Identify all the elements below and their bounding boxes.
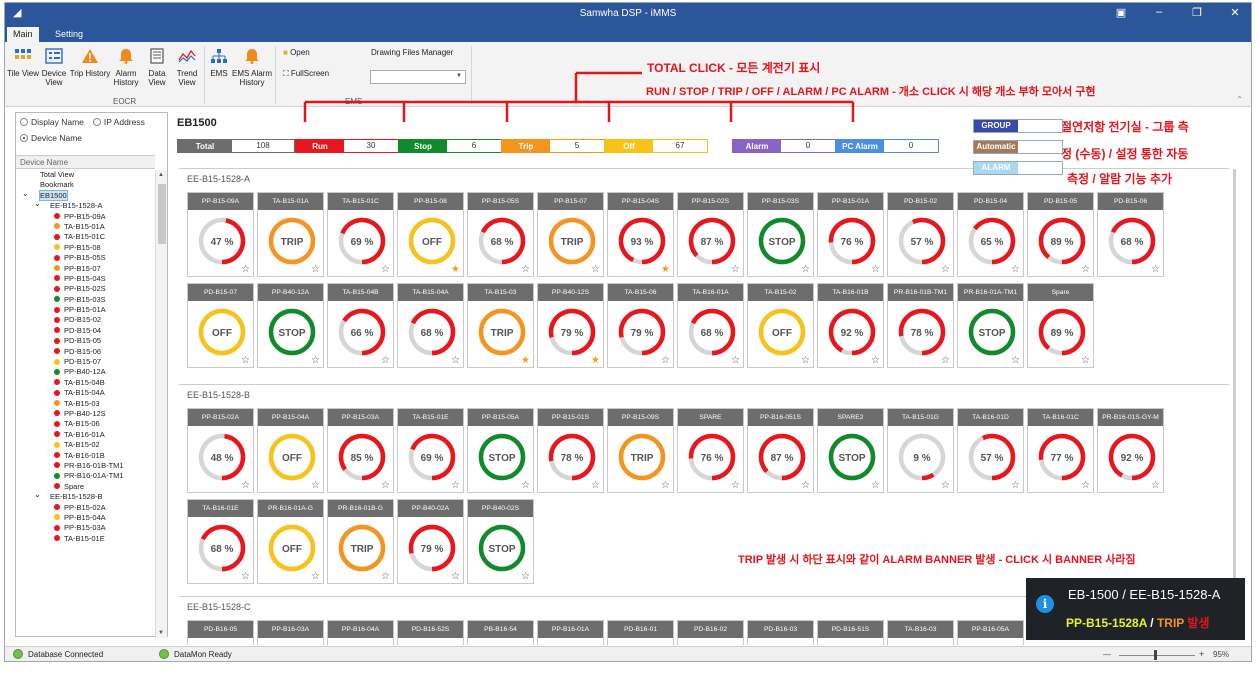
- datamon-status-led: [159, 649, 169, 659]
- annotation-status-click: RUN / STOP / TRIP / OFF / ALARM / PC ALA…: [646, 86, 1096, 98]
- banner-location: EB-1500 / EE-B15-1528-A: [1068, 587, 1221, 602]
- annotation-total-click: TOTAL CLICK - 모든 계전기 표시: [647, 61, 821, 75]
- db-status: Database Connected: [13, 649, 103, 659]
- legend-group[interactable]: GROUP: [973, 119, 1063, 133]
- zoom-slider-thumb[interactable]: [1154, 650, 1158, 660]
- zoom-level: 95%: [1213, 650, 1230, 659]
- legend-label: Automatic: [974, 141, 1018, 153]
- zoom-in-button[interactable]: +: [1199, 649, 1204, 659]
- annotation-alarm-banner: TRIP 발생 시 하단 표시와 같이 ALARM BANNER 발생 - CL…: [738, 554, 1136, 566]
- legend-label: ALARM: [974, 162, 1018, 174]
- annotation-insulation-3: 측정 / 알람 기능 추가: [1067, 172, 1172, 186]
- info-icon: i: [1036, 595, 1054, 613]
- alarm-banner[interactable]: i EB-1500 / EE-B15-1528-A PP-B15-1528A /…: [1026, 578, 1245, 640]
- legend-automatic[interactable]: Automatic: [973, 140, 1063, 154]
- annotation-insulation-1: 절연저항 전기실 - 그룹 측: [1061, 120, 1189, 134]
- datamon-status: DataMon Ready: [159, 649, 232, 659]
- legend-label: GROUP: [974, 120, 1018, 132]
- annotation-insulation-2: 정 (수동) / 설정 통한 자동: [1061, 147, 1189, 161]
- db-status-led: [13, 649, 23, 659]
- status-bar: Database Connected DataMon Ready — + 95%: [5, 646, 1251, 661]
- zoom-out-button[interactable]: —: [1103, 650, 1111, 659]
- app-window: ◢ Samwha DSP - iMMS ▣ – ❐ ✕ Main Setting…: [4, 2, 1252, 662]
- banner-message: PP-B15-1528A / TRIP 발생: [1066, 616, 1210, 630]
- legend-alarm[interactable]: ALARM: [973, 161, 1063, 175]
